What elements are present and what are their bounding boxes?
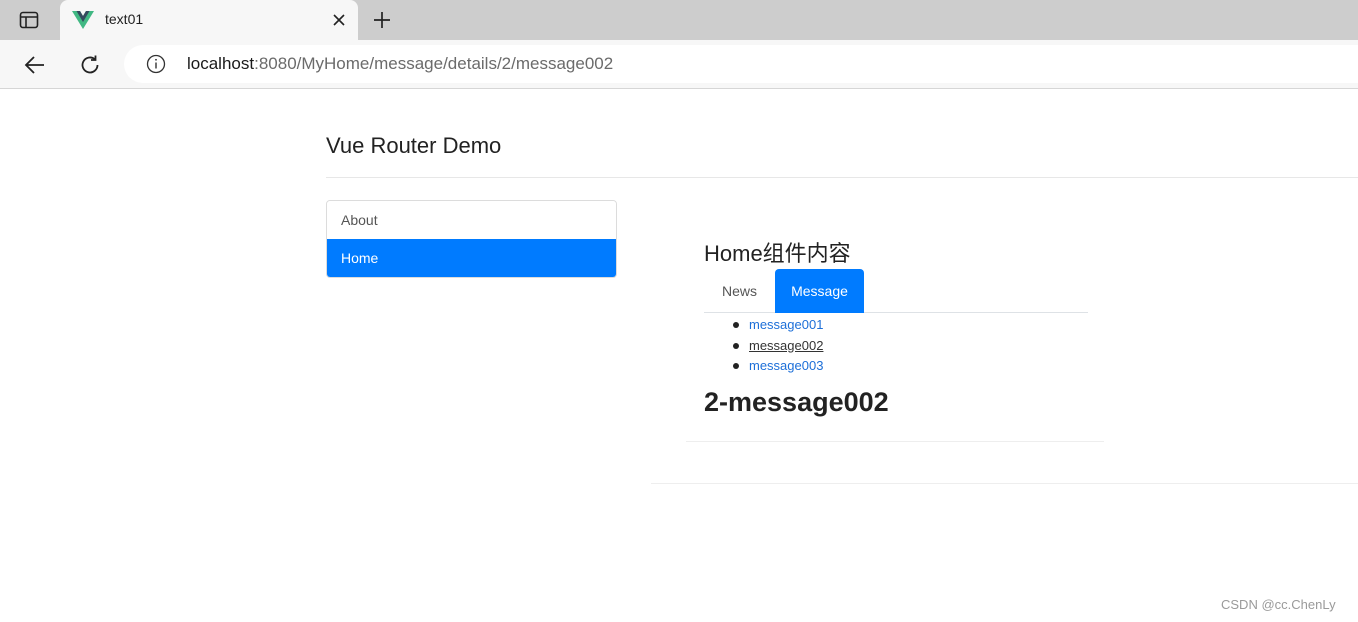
message-detail: 2-message002	[704, 387, 889, 417]
url-text[interactable]: localhost:8080/MyHome/message/details/2/…	[187, 54, 613, 74]
list-item: message002	[732, 336, 823, 357]
message-link-002[interactable]: message002	[749, 338, 823, 353]
tab-message[interactable]: Message	[775, 269, 864, 313]
home-title: Home组件内容	[704, 241, 851, 266]
close-icon[interactable]	[328, 9, 350, 31]
message-link-003[interactable]: message003	[749, 358, 823, 373]
sidebar-nav: About Home	[326, 200, 617, 278]
address-bar[interactable]: localhost:8080/MyHome/message/details/2/…	[124, 45, 1358, 83]
url-host: localhost	[187, 54, 255, 73]
list-item: message001	[732, 315, 823, 336]
list-item: message003	[732, 356, 823, 377]
divider	[686, 441, 1104, 442]
info-icon[interactable]	[146, 54, 166, 74]
tab-title: text01	[105, 11, 144, 27]
back-arrow-icon[interactable]	[20, 50, 50, 80]
watermark: CSDN @cc.ChenLy	[1221, 597, 1336, 612]
header-divider	[326, 177, 1358, 178]
browser-tab-bar: text01	[0, 0, 1358, 40]
plus-icon[interactable]	[368, 6, 396, 34]
message-link-001[interactable]: message001	[749, 317, 823, 332]
url-path: :8080/MyHome/message/details/2/message00…	[254, 54, 614, 73]
tab-actions-icon[interactable]	[12, 6, 46, 34]
home-tabs: News Message	[704, 269, 1088, 313]
reload-icon[interactable]	[75, 50, 105, 80]
browser-toolbar: localhost:8080/MyHome/message/details/2/…	[0, 40, 1358, 89]
tab-news[interactable]: News	[704, 269, 775, 313]
sidebar-item-about[interactable]: About	[327, 201, 616, 239]
divider	[651, 483, 1358, 484]
vue-logo-icon	[72, 10, 94, 30]
sidebar-item-home[interactable]: Home	[327, 239, 616, 277]
page-title: Vue Router Demo	[326, 133, 502, 158]
message-list: message001 message002 message003	[732, 315, 823, 377]
browser-tab[interactable]: text01	[60, 0, 358, 40]
